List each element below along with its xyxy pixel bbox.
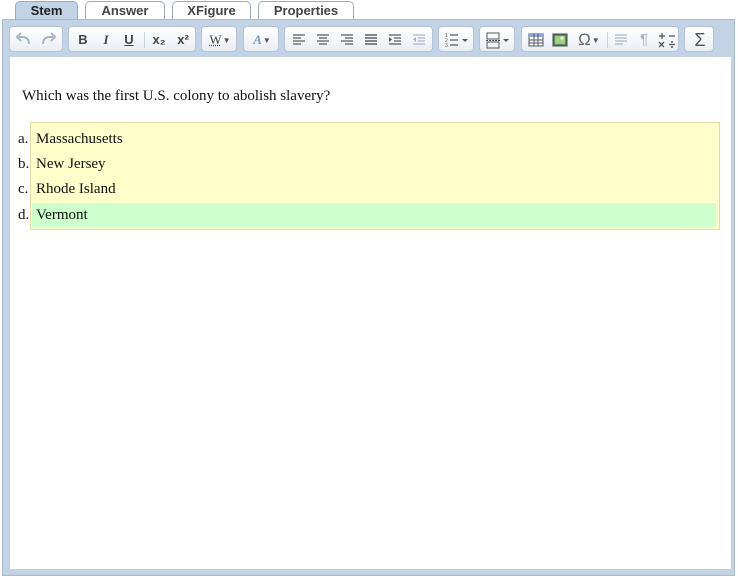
editor-toolbar: B I U x₂ x² W▼ A▼ 1 2 3 Ω▼ ¶ Σ xyxy=(9,26,717,54)
show-blocks-button[interactable]: ¶ xyxy=(634,30,654,50)
table-icon xyxy=(528,33,544,47)
special-char-button[interactable]: Ω▼ xyxy=(573,30,605,50)
paragraph-format-button[interactable] xyxy=(611,30,631,50)
redo-icon xyxy=(42,32,57,45)
numbered-list-button[interactable]: 123 xyxy=(442,30,472,50)
bold-button[interactable]: B xyxy=(73,30,93,50)
chevron-down-icon: ▼ xyxy=(591,35,600,45)
choice-letter: d. xyxy=(18,207,30,223)
underline-button[interactable]: U xyxy=(119,30,139,50)
undo-button[interactable] xyxy=(13,30,35,50)
choice-b[interactable]: New Jersey xyxy=(32,152,716,176)
chevron-down-icon: ▼ xyxy=(222,35,231,45)
superscript-button[interactable]: x² xyxy=(172,30,194,50)
choice-c[interactable]: Rhode Island xyxy=(32,177,716,201)
indent-icon xyxy=(389,34,401,45)
spellcheck-group: W▼ xyxy=(201,26,237,52)
justify-icon xyxy=(365,34,377,45)
math-symbols-button[interactable] xyxy=(656,30,678,50)
align-center-icon xyxy=(317,34,329,45)
align-right-button[interactable] xyxy=(337,30,357,50)
outdent-button[interactable] xyxy=(409,30,429,50)
history-group xyxy=(9,26,63,52)
paragraph-format-icon xyxy=(615,34,627,45)
numbered-list-icon: 123 xyxy=(445,33,468,49)
tab-xfigure[interactable]: XFigure xyxy=(172,1,251,20)
spellcheck-label: W xyxy=(209,32,222,47)
insert-image-button[interactable] xyxy=(549,30,571,50)
indent-button[interactable] xyxy=(385,30,405,50)
choice-letter: c. xyxy=(18,181,29,197)
choice-letter: b. xyxy=(18,156,30,172)
image-icon xyxy=(552,33,568,47)
justify-button[interactable] xyxy=(361,30,381,50)
redo-button[interactable] xyxy=(37,30,59,50)
toolbar-separator xyxy=(607,32,608,48)
page-break-group xyxy=(479,26,515,52)
align-right-icon xyxy=(341,34,353,45)
page-break-icon xyxy=(486,32,509,49)
font-style-group: A▼ xyxy=(243,26,279,52)
spellcheck-button[interactable]: W▼ xyxy=(205,30,235,50)
page-break-button[interactable] xyxy=(483,30,513,50)
font-style-icon: A xyxy=(253,32,262,47)
insert-table-button[interactable] xyxy=(525,30,547,50)
choice-d-correct[interactable]: Vermont xyxy=(32,203,716,227)
formula-button[interactable]: Σ xyxy=(688,30,712,50)
chevron-down-icon: ▼ xyxy=(262,35,271,45)
tab-answer[interactable]: Answer xyxy=(85,1,165,20)
math-operators-icon xyxy=(658,33,675,48)
choice-a[interactable]: Massachusetts xyxy=(32,127,716,151)
subscript-button[interactable]: x₂ xyxy=(148,30,170,50)
choice-letter: a. xyxy=(18,131,29,147)
formula-group: Σ xyxy=(684,26,714,52)
align-left-button[interactable] xyxy=(289,30,309,50)
format-group: B I U x₂ x² xyxy=(68,26,196,52)
align-group xyxy=(284,26,433,52)
question-stem[interactable]: Which was the first U.S. colony to aboli… xyxy=(22,88,330,105)
undo-icon xyxy=(15,32,30,45)
tab-stem[interactable]: Stem xyxy=(15,1,78,20)
omega-icon: Ω xyxy=(578,30,591,49)
list-group: 123 xyxy=(438,26,474,52)
tab-properties[interactable]: Properties xyxy=(258,1,354,20)
insert-group: Ω▼ ¶ xyxy=(521,26,679,52)
align-center-button[interactable] xyxy=(313,30,333,50)
font-style-button[interactable]: A▼ xyxy=(247,30,277,50)
outdent-icon xyxy=(413,34,425,45)
toolbar-separator xyxy=(144,32,145,48)
italic-button[interactable]: I xyxy=(96,30,116,50)
svg-text:3: 3 xyxy=(445,43,448,49)
align-left-icon xyxy=(293,34,305,45)
